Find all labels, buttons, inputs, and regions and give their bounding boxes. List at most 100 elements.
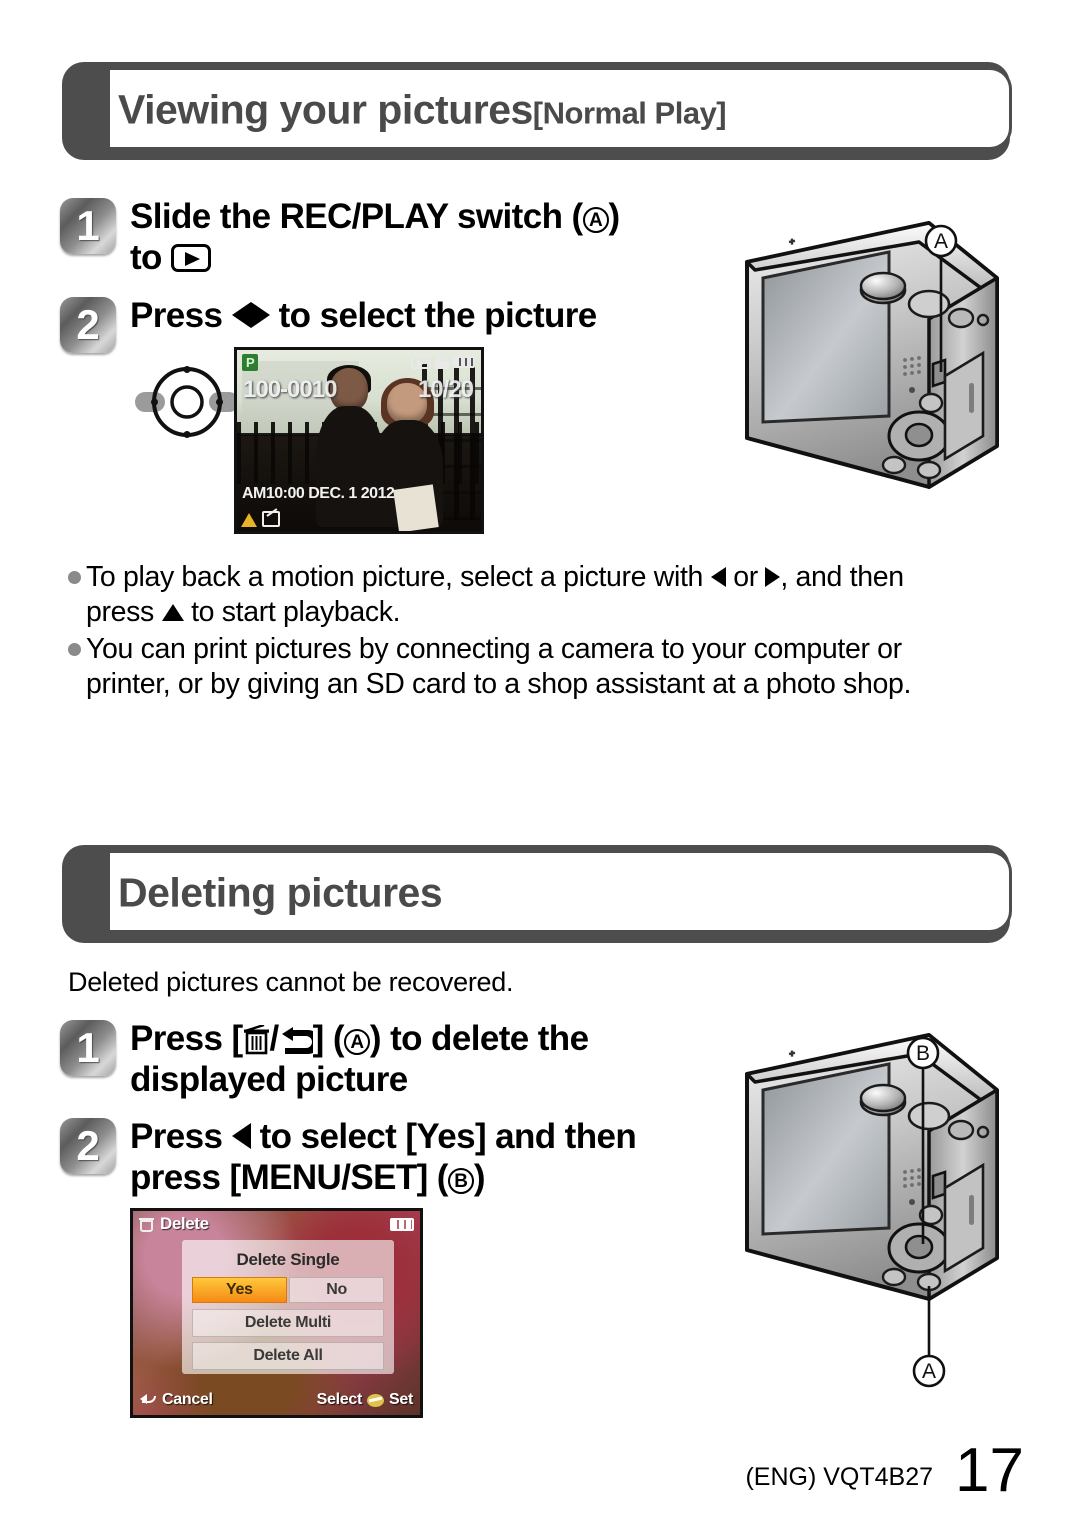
step-number-badge: 2 xyxy=(60,297,116,353)
playback-icon xyxy=(411,355,431,369)
step-text-slash: / xyxy=(269,1019,280,1058)
no-option[interactable]: No xyxy=(288,1276,385,1303)
yes-no-row: Yes No xyxy=(191,1276,385,1303)
step-press-select-yes: 2 Press to select [Yes] and then press [… xyxy=(60,1116,740,1199)
bullet-dot xyxy=(68,643,81,657)
cursor-up-dot xyxy=(183,366,191,373)
banner-text-group: Viewing your pictures[Normal Play] xyxy=(118,86,727,134)
section-header-deleting: Deleting pictures xyxy=(62,845,1012,943)
top-marker xyxy=(788,1050,796,1057)
return-icon xyxy=(281,1027,320,1054)
top-marker xyxy=(788,238,796,245)
file-number: 100-0010 xyxy=(243,376,337,403)
step-text-part-a: Press [ xyxy=(130,1019,243,1058)
trash-icon xyxy=(139,1216,154,1232)
callout-letter-a: A xyxy=(343,1029,370,1055)
delete-options-panel: Delete Single Yes No Delete Multi Delete… xyxy=(181,1239,395,1375)
cursor-inner-ring xyxy=(170,385,204,419)
delete-multi-option[interactable]: Delete Multi xyxy=(191,1308,385,1337)
step-text-select: to select the picture xyxy=(278,296,598,335)
step-instruction-text: Slide the REC/PLAY switch (A) to xyxy=(130,196,620,279)
page-footer: (ENG) VQT4B27 17 xyxy=(745,1440,1024,1502)
step-text-part-b: ) xyxy=(608,197,621,236)
page-subtitle: [Normal Play] xyxy=(532,95,727,131)
cursor-button-diagram xyxy=(133,366,241,438)
status-led xyxy=(909,1199,915,1205)
cancel-label[interactable]: Cancel xyxy=(162,1391,213,1409)
delete-all-option[interactable]: Delete All xyxy=(191,1341,385,1370)
up-arrow-icon xyxy=(161,604,184,622)
delete-dialog-title: Delete xyxy=(160,1214,209,1233)
menu-set-icon xyxy=(367,1393,384,1407)
note-item: You can print pictures by connecting a c… xyxy=(68,632,1008,702)
battery-icon xyxy=(390,1217,414,1231)
set-label: Set xyxy=(389,1391,413,1408)
step-instruction-text: Press to select [Yes] and then press [ME… xyxy=(130,1116,637,1199)
playback-mode-badge: P xyxy=(242,354,258,371)
lock-icon xyxy=(435,355,449,369)
note-text-part1: You can print pictures by connecting a c… xyxy=(86,633,902,666)
frame-counter: 10/20 xyxy=(417,376,474,403)
callout-label-a: A xyxy=(922,1360,936,1383)
step-number-badge: 1 xyxy=(60,1020,116,1076)
person-held-paper xyxy=(393,484,439,531)
trash-icon xyxy=(243,1023,269,1055)
step-text-press: Press xyxy=(130,1117,223,1156)
callout-label-a: A xyxy=(934,230,948,253)
note-text-part2: , and then xyxy=(780,561,904,593)
note-text-line2a: press xyxy=(86,596,154,629)
step-text-part-b: ] ( xyxy=(312,1019,345,1058)
step-number: 1 xyxy=(76,1024,100,1071)
note-text: You can print pictures by connecting a c… xyxy=(86,632,911,702)
door-latch xyxy=(969,383,974,413)
lcd-delete-dialog: Delete Delete Single Yes No Delete Multi… xyxy=(130,1208,423,1418)
scene-person-right xyxy=(371,378,444,531)
yes-option[interactable]: Yes xyxy=(191,1276,287,1303)
left-arrow-icon xyxy=(231,302,251,328)
zoom-lever xyxy=(947,1119,975,1141)
lcd-photo-preview: P 100-0010 10/20 AM10:00 DEC. 1 2012 xyxy=(234,347,484,534)
step-press-select-picture: 2 Press to select the picture xyxy=(60,295,720,353)
notes-list: To play back a motion picture, select a … xyxy=(68,560,1008,704)
warning-icon xyxy=(241,513,257,527)
note-text-part1: To play back a motion picture, select a … xyxy=(86,561,704,593)
camera-svg-bottom: B A xyxy=(745,1033,999,1388)
status-led xyxy=(909,387,915,393)
right-arrow-icon xyxy=(250,302,270,328)
step-number-badge: 2 xyxy=(60,1118,116,1174)
step-number: 2 xyxy=(76,1122,100,1169)
rec-play-switch xyxy=(931,358,947,388)
note-item: To play back a motion picture, select a … xyxy=(68,560,1008,630)
cursor-down-dot xyxy=(183,431,191,438)
step-text-select-yes: to select [Yes] and then xyxy=(259,1117,637,1156)
speaker-holes xyxy=(903,356,921,376)
playback-button xyxy=(918,392,944,414)
camera-svg-top: A xyxy=(745,221,999,489)
step-text-line2a: press [MENU/SET] ( xyxy=(130,1158,448,1198)
mode-dial-top xyxy=(859,271,907,301)
right-arrow-icon xyxy=(765,567,781,587)
bullet-dot xyxy=(68,571,81,584)
lcd-bottom-left-icons xyxy=(241,511,280,527)
camera-illustration-rear-top: A xyxy=(733,200,1033,530)
shutter-button xyxy=(907,289,951,319)
note-text-or: or xyxy=(733,561,758,593)
cursor-pad-svg xyxy=(135,366,239,438)
callout-letter-a: A xyxy=(582,207,609,233)
door-latch xyxy=(969,1195,974,1225)
step-number: 1 xyxy=(76,202,100,249)
page-title: Deleting pictures xyxy=(118,869,443,916)
play-icon xyxy=(170,244,211,273)
rec-play-switch xyxy=(931,1170,947,1200)
banner-text-group: Deleting pictures xyxy=(118,869,443,917)
section-header-viewing: Viewing your pictures[Normal Play] xyxy=(62,62,1012,160)
note-text-line2b: to start playback. xyxy=(191,596,401,629)
step-text-to: to xyxy=(130,238,162,278)
note-text-line2: printer, or by giving an SD card to a sh… xyxy=(86,668,912,701)
select-set-hint: Select Set xyxy=(317,1391,414,1409)
page-title: Viewing your pictures xyxy=(118,86,533,133)
camera-illustration-rear-bottom: B A xyxy=(733,1018,1033,1408)
note-text: To play back a motion picture, select a … xyxy=(86,560,904,630)
callout-label-b: B xyxy=(916,1042,930,1065)
step-number-badge: 1 xyxy=(60,198,116,254)
